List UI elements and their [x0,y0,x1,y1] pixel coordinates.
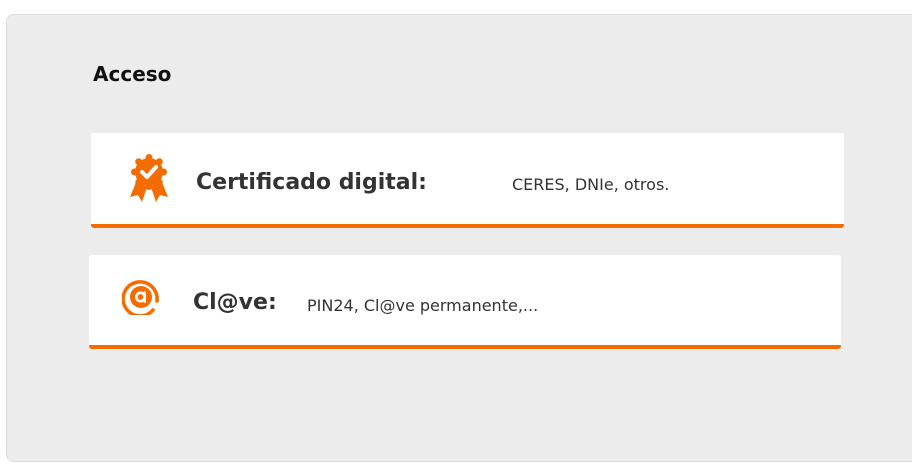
clave-label: Cl@ve: [193,290,277,315]
at-sign-icon [122,280,159,315]
clave-option[interactable]: Cl@ve: PIN24, Cl@ve permanente,... [89,255,841,349]
clave-description: PIN24, Cl@ve permanente,... [307,296,539,315]
digital-certificate-option[interactable]: Certificado digital: CERES, DNIe, otros. [91,133,844,228]
digital-certificate-description: CERES, DNIe, otros. [512,175,670,194]
award-badge-icon [130,154,168,202]
section-title: Acceso [93,62,172,86]
digital-certificate-label: Certificado digital: [196,170,427,195]
